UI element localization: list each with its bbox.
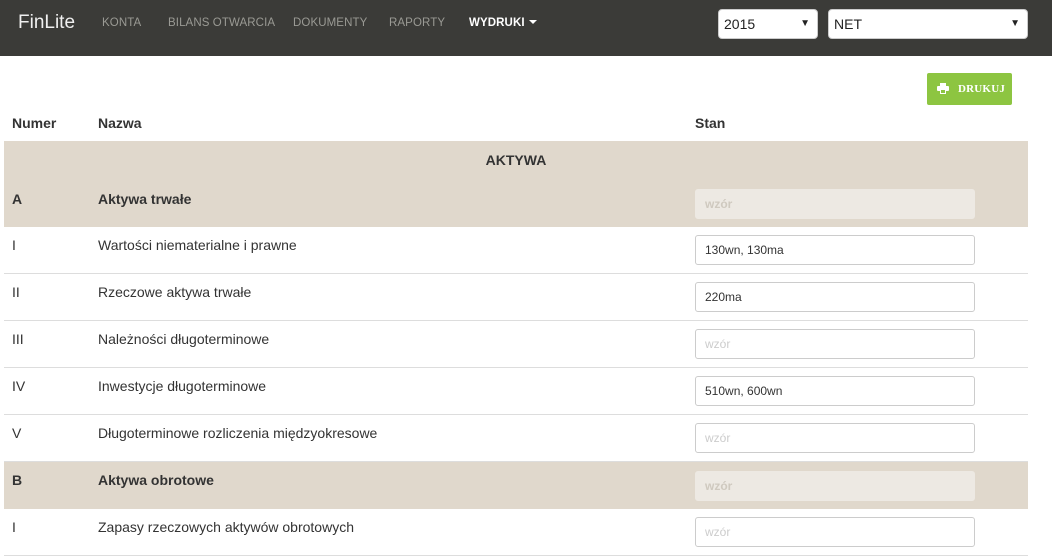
table-row: III Należności długoterminowe [4,321,1028,368]
row-number: IV [12,378,26,394]
nav-raporty[interactable]: RAPORTY [389,17,445,29]
row-number: I [12,519,16,535]
row-number: I [12,237,16,253]
nav-konta[interactable]: KONTA [102,17,141,29]
table-row: V Długoterminowe rozliczenia międzyokres… [4,415,1028,462]
formula-input[interactable] [695,517,975,547]
section-title: AKTYWA [485,152,547,168]
print-button-label: DRUKUJ [958,83,1006,95]
print-button[interactable]: DRUKUJ [927,73,1012,105]
row-number: B [12,472,23,488]
table-row: IV Inwestycje długoterminowe [4,368,1028,415]
nav-dokumenty[interactable]: DOKUMENTY [293,17,367,29]
select-arrow-icon: ▼ [1010,18,1020,29]
row-name: Należności długoterminowe [98,331,270,347]
row-name: Długoterminowe rozliczenia międzyokresow… [98,425,378,441]
row-number: V [12,425,22,441]
select-arrow-icon: ▼ [800,18,810,29]
top-navbar: FinLite KONTA BILANS OTWARCIA DOKUMENTY … [0,0,1052,56]
row-number: III [12,331,24,347]
column-header-numer: Numer [12,115,57,131]
brand-logo[interactable]: FinLite [18,12,75,34]
formula-input[interactable] [695,423,975,453]
row-name: Zapasy rzeczowych aktywów obrotowych [98,519,354,535]
row-name: Wartości niematerialne i prawne [98,237,297,253]
formula-input[interactable] [695,282,975,312]
column-header-stan: Stan [695,115,726,131]
type-select[interactable]: NET ▼ [828,9,1028,39]
row-name: Aktywa trwałe [98,191,192,207]
caret-down-icon [528,20,537,24]
table-row-group: A Aktywa trwałe [4,180,1028,227]
row-name: Inwestycje długoterminowe [98,378,267,394]
type-select-value: NET [834,16,862,32]
row-number: II [12,284,20,300]
formula-input[interactable] [695,329,975,359]
row-number: A [12,191,23,207]
table-row: I Zapasy rzeczowych aktywów obrotowych [4,509,1028,556]
row-name: Rzeczowe aktywa trwałe [98,284,252,300]
table-row-group: B Aktywa obrotowe [4,462,1028,509]
nav-bilans-otwarcia[interactable]: BILANS OTWARCIA [168,17,275,29]
table-row: I Wartości niematerialne i prawne [4,227,1028,274]
table-row: II Rzeczowe aktywa trwałe [4,274,1028,321]
formula-input[interactable] [695,376,975,406]
year-select[interactable]: 2015 ▼ [718,9,818,39]
section-row-aktywa: AKTYWA [4,141,1028,180]
year-select-value: 2015 [724,16,756,32]
nav-wydruki-label: WYDRUKI [469,17,525,29]
formula-input-disabled [695,471,975,501]
column-header-nazwa: Nazwa [98,115,142,131]
formula-input-disabled [695,189,975,219]
printer-icon [937,83,949,94]
row-name: Aktywa obrotowe [98,472,214,488]
formula-input[interactable] [695,235,975,265]
nav-wydruki-dropdown[interactable]: WYDRUKI [469,17,537,29]
